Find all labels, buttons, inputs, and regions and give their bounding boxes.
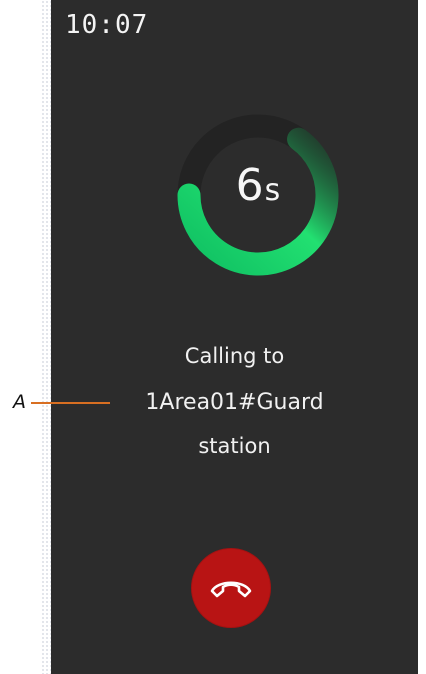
calling-text: Calling to <box>184 344 285 368</box>
timer-readout: 6s <box>208 156 308 221</box>
callout-leader-line <box>31 402 110 404</box>
callout-letter: A <box>13 391 26 413</box>
phone-hangup-icon <box>210 581 252 598</box>
callee-type: station <box>198 434 271 458</box>
intercom-call-screen: 10:07 6s Calling to 1Area01#Guard statio… <box>51 0 418 674</box>
device-edge <box>41 0 51 674</box>
timer-unit: s <box>264 173 281 208</box>
callout-figure: 10:07 6s Calling to 1Area01#Guard statio… <box>0 0 426 674</box>
timer-seconds: 6 <box>235 160 264 211</box>
hangup-button[interactable] <box>191 548 271 628</box>
